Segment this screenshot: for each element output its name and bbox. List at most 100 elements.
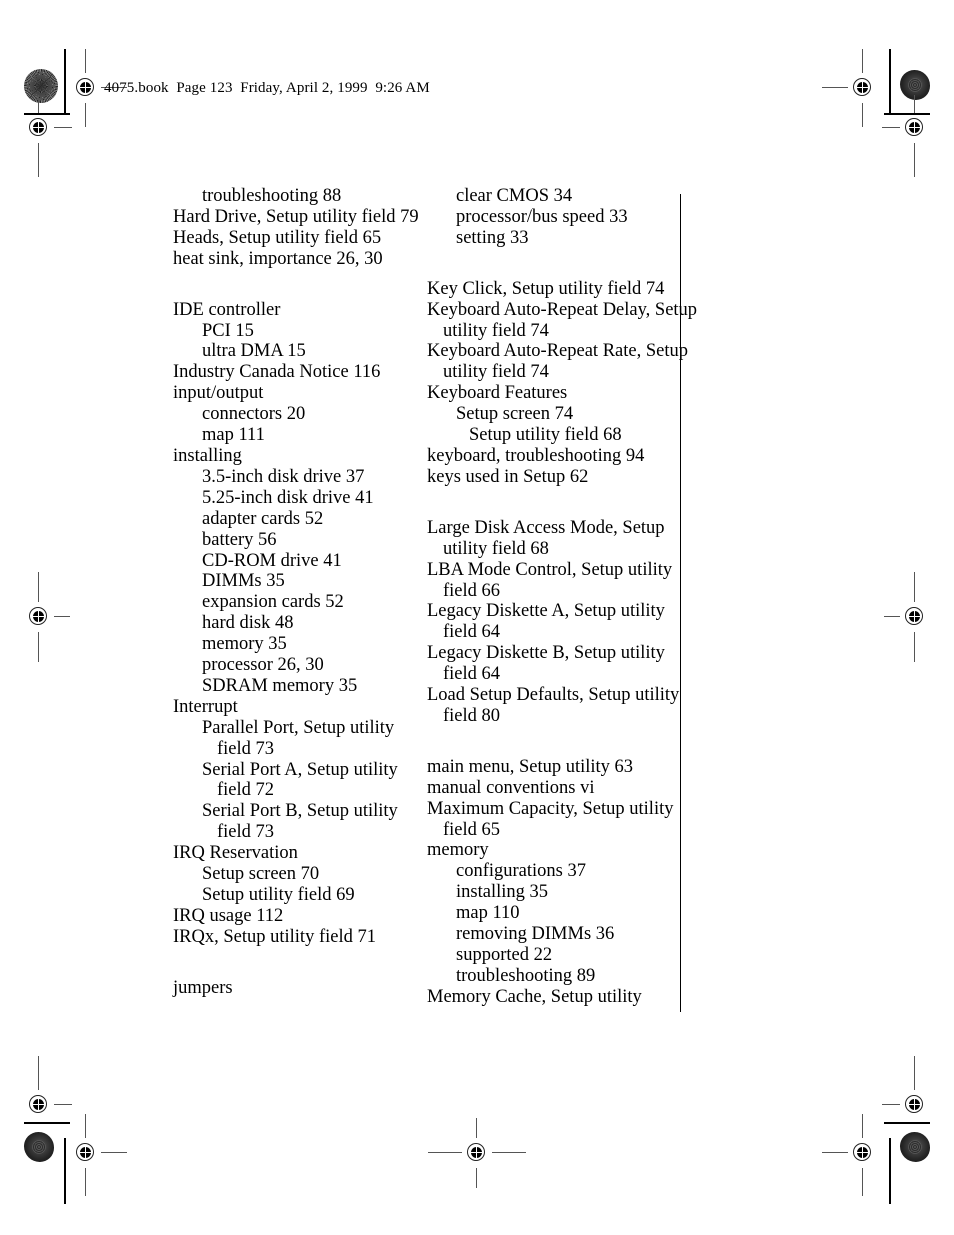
index-entry: utility field 74: [443, 320, 549, 341]
index-entry: Load Setup Defaults, Setup utility: [427, 685, 680, 706]
index-entry: input/output: [173, 383, 264, 404]
index-entry: IDE controller: [173, 299, 281, 320]
index-entry: processor 26, 30: [202, 655, 324, 676]
index-entry: IRQx, Setup utility field 71: [173, 926, 376, 947]
index-entry: field 73: [217, 822, 275, 843]
crop-mark-right-lower-horizontal: [884, 1122, 930, 1124]
index-entry: field 80: [443, 705, 501, 726]
index-entry: CD-ROM drive 41: [202, 550, 342, 571]
registration-target-right-middle: [884, 572, 930, 662]
index-entry: clear CMOS 34: [456, 186, 573, 206]
index-entry: connectors 20: [202, 404, 306, 425]
index-section-gap: [427, 488, 687, 518]
index-entry: utility field 74: [443, 362, 549, 383]
index-entry: Setup utility field 68: [469, 425, 622, 446]
index-entry: Setup screen 70: [202, 864, 320, 885]
index-entry: DIMMs 35: [202, 571, 285, 592]
halftone-screen-patch-top-left: [24, 69, 58, 103]
index-entry: Hard Drive, Setup utility field 79: [173, 206, 419, 227]
index-entry: Key Click, Setup utility field 74: [427, 278, 665, 299]
index-entry: troubleshooting 89: [456, 965, 596, 986]
index-entry: field 73: [217, 738, 275, 759]
index-entry: IRQ usage 112: [173, 905, 284, 926]
index-entry: Interrupt: [173, 696, 238, 717]
registration-target-bottom-right: [822, 1114, 878, 1196]
document-page: 4075.book Page 123 Friday, April 2, 1999…: [0, 0, 954, 1235]
index-entry: installing 35: [456, 882, 548, 903]
index-entry: memory 35: [202, 634, 287, 655]
index-entry: supported 22: [456, 945, 553, 965]
index-entry: Serial Port B, Setup utility: [202, 801, 398, 822]
index-entry: Industry Canada Notice 116: [173, 362, 381, 383]
index-column-left: troubleshooting 88 Hard Drive, Setup util…: [173, 186, 433, 999]
crop-mark-top-left-vertical: [64, 49, 66, 115]
index-entry: hard disk 48: [202, 613, 294, 634]
registration-target-left-middle: [24, 572, 70, 662]
index-entry: field 66: [443, 580, 501, 601]
index-entry: Setup screen 74: [456, 404, 574, 425]
index-entry: utility field 68: [443, 538, 549, 559]
index-entry: field 64: [443, 664, 501, 685]
index-entry: Keyboard Auto-Repeat Delay, Setup: [427, 299, 698, 320]
index-entry: memory: [427, 840, 489, 861]
index-entry: Keyboard Features: [427, 383, 568, 404]
index-entry: SDRAM memory 35: [202, 675, 358, 696]
index-entry: field 65: [443, 819, 501, 840]
index-entry: removing DIMMs 36: [456, 924, 615, 945]
index-entry: map 111: [202, 425, 265, 446]
crop-mark-top-right-vertical: [889, 49, 891, 115]
index-entry: Heads, Setup utility field 65: [173, 227, 382, 248]
registration-target-top-right: [822, 49, 878, 127]
registration-target-bottom-left: [71, 1114, 127, 1196]
index-entry: 3.5-inch disk drive 37: [202, 466, 365, 487]
index-entry: configurations 37: [456, 861, 586, 882]
index-entry: Keyboard Auto-Repeat Rate, Setup: [427, 341, 688, 362]
index-section-gap: [173, 270, 433, 300]
crop-mark-bottom-right-vertical: [889, 1138, 891, 1204]
index-entry: map 110: [456, 903, 520, 924]
index-entry: PCI 15: [202, 320, 254, 341]
index-entry: field 72: [217, 780, 275, 801]
crop-mark-left-lower-horizontal: [24, 1122, 70, 1124]
index-entry: 5.25-inch disk drive 41: [202, 487, 374, 508]
registration-target-left-upper: [24, 95, 72, 177]
index-entry: Maximum Capacity, Setup utility: [427, 798, 674, 819]
index-entry: Serial Port A, Setup utility: [202, 759, 398, 780]
index-entry: manual conventions vi: [427, 777, 595, 798]
index-entry: Parallel Port, Setup utility: [202, 717, 395, 738]
index-entry: heat sink, importance 26, 30: [173, 248, 383, 269]
index-section-gap: [427, 249, 687, 279]
index-entry: adapter cards 52: [202, 508, 324, 529]
index-entry: ultra DMA 15: [202, 341, 306, 362]
index-entry: Legacy Diskette A, Setup utility: [427, 601, 665, 622]
solid-density-patch-bottom-left: [24, 1132, 54, 1162]
index-entry: keyboard, troubleshooting 94: [427, 445, 645, 466]
registration-target-top-left: [71, 49, 127, 127]
solid-density-patch-top-right: [900, 70, 930, 100]
index-entry: Legacy Diskette B, Setup utility: [427, 643, 665, 664]
index-entry: keys used in Setup 62: [427, 466, 589, 487]
crop-mark-bottom-left-vertical: [64, 1138, 66, 1204]
page-header-line: 4075.book Page 123 Friday, April 2, 1999…: [104, 80, 430, 96]
index-entry: Memory Cache, Setup utility: [427, 986, 642, 1007]
index-entry: jumpers: [173, 977, 233, 998]
index-entry: installing: [173, 445, 242, 466]
index-entry: main menu, Setup utility 63: [427, 756, 634, 777]
registration-target-right-lower: [882, 1056, 930, 1120]
index-entry: Large Disk Access Mode, Setup: [427, 517, 665, 538]
index-entry: IRQ Reservation: [173, 843, 298, 864]
index-entry: processor/bus speed 33: [456, 206, 628, 227]
registration-target-left-lower: [24, 1056, 72, 1120]
index-section-gap: [173, 948, 433, 978]
index-entry: expansion cards 52: [202, 592, 344, 613]
registration-target-bottom-center: [428, 1118, 526, 1188]
index-entry: setting 33: [456, 227, 529, 248]
index-entry: battery 56: [202, 529, 277, 550]
index-entry: LBA Mode Control, Setup utility: [427, 559, 673, 580]
index-section-gap: [427, 727, 687, 757]
solid-density-patch-bottom-right: [900, 1132, 930, 1162]
registration-target-right-upper: [882, 95, 930, 177]
index-entry: field 64: [443, 622, 501, 643]
index-entry: Setup utility field 69: [202, 885, 355, 905]
index-column-right: clear CMOS 34 processor/bus speed 33 setti…: [427, 186, 698, 1008]
